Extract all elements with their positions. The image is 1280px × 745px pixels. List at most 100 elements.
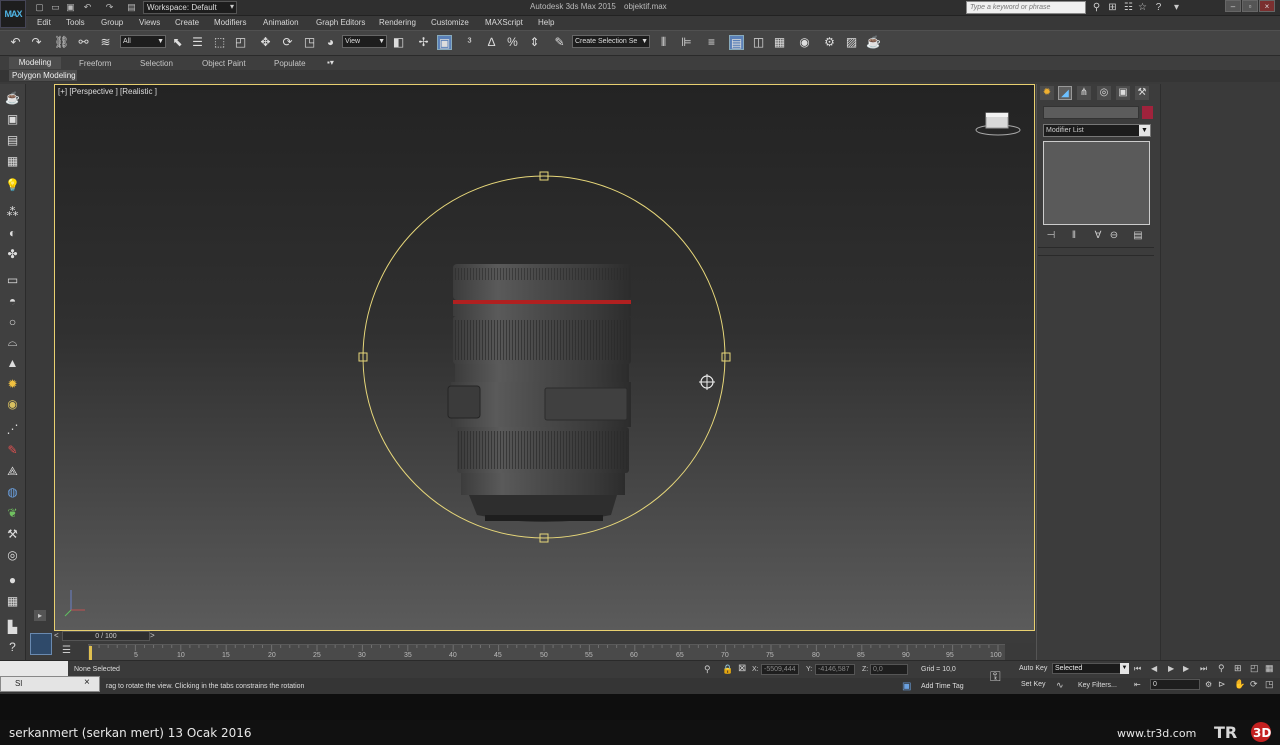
- close-icon[interactable]: ×: [84, 677, 90, 688]
- play-icon[interactable]: ▶: [1168, 664, 1174, 673]
- orbit-icon[interactable]: ⟳: [1250, 679, 1258, 690]
- layer-explorer-icon[interactable]: ≡: [704, 35, 719, 50]
- scene-explorer-icon[interactable]: ▤: [5, 133, 20, 148]
- select-by-name-icon[interactable]: ☰: [190, 35, 205, 50]
- save-file-icon[interactable]: ▣: [65, 2, 76, 13]
- spinner-snap-icon[interactable]: ⇕: [527, 35, 542, 50]
- maxscript-listener[interactable]: [0, 661, 68, 676]
- project-folder-icon[interactable]: ▤: [126, 2, 137, 13]
- binoculars-icon[interactable]: ⚲: [1091, 2, 1102, 13]
- isolate-selection-icon[interactable]: ⚲: [704, 664, 711, 675]
- x-coordinate-field[interactable]: -5509,444: [761, 664, 799, 675]
- selection-filter-dropdown[interactable]: All ▼: [120, 35, 166, 48]
- teapot-icon[interactable]: ☕: [5, 91, 20, 106]
- sphere-icon[interactable]: ○: [5, 315, 20, 330]
- add-time-tag[interactable]: Add Time Tag: [921, 683, 964, 690]
- close-button[interactable]: ×: [1259, 0, 1275, 12]
- zoom-extents-icon[interactable]: ◰: [1250, 663, 1259, 674]
- menu-help[interactable]: Help: [538, 18, 554, 27]
- ribbon-tab-populate[interactable]: Populate: [274, 59, 306, 68]
- display-tab-icon[interactable]: ▣: [1116, 86, 1130, 100]
- hammer-icon[interactable]: ⚒: [5, 527, 20, 542]
- motion-tab-icon[interactable]: ◎: [1097, 86, 1111, 100]
- viewcube[interactable]: [974, 110, 1022, 138]
- rendered-frame-window-icon[interactable]: ▨: [844, 35, 859, 50]
- go-to-end-icon[interactable]: ⏭: [1200, 664, 1207, 674]
- select-and-move-icon[interactable]: ✥: [258, 35, 273, 50]
- go-to-start-icon[interactable]: ⏮: [1134, 664, 1141, 674]
- toggle-ribbon-icon[interactable]: ▤: [729, 35, 744, 50]
- globe-icon[interactable]: ◍: [5, 485, 20, 500]
- previous-frame-icon[interactable]: ◀: [1151, 664, 1157, 673]
- select-object-icon[interactable]: ⬉: [170, 35, 185, 50]
- camera-lens-model[interactable]: [447, 264, 631, 522]
- expand-strip-icon[interactable]: ▸: [34, 610, 46, 621]
- sphere-solid-icon[interactable]: ●: [5, 573, 20, 588]
- search-input[interactable]: Type a keyword or phrase: [966, 1, 1086, 14]
- ribbon-tab-object-paint[interactable]: Object Paint: [202, 59, 246, 68]
- create-tab-icon[interactable]: ✹: [1040, 86, 1054, 100]
- favorites-star-icon[interactable]: ☆: [1137, 2, 1148, 13]
- key-icon[interactable]: ⚿: [990, 668, 1001, 685]
- constraint-icon[interactable]: ⟁: [5, 464, 20, 479]
- workspace-dropdown[interactable]: Workspace: Default: [143, 1, 237, 14]
- mini-curve-editor-button[interactable]: [30, 633, 52, 655]
- menu-animation[interactable]: Animation: [263, 18, 299, 27]
- menu-tools[interactable]: Tools: [66, 18, 85, 27]
- window-crossing-icon[interactable]: ◰: [233, 35, 248, 50]
- make-unique-icon[interactable]: ∀: [1092, 230, 1104, 242]
- key-mode-toggle-icon[interactable]: ⇤: [1134, 680, 1141, 689]
- redo-icon[interactable]: ↷: [29, 35, 44, 50]
- pan-view-icon[interactable]: ✋: [1234, 679, 1245, 690]
- new-file-icon[interactable]: ▢: [34, 2, 45, 13]
- snaps-toggle-icon[interactable]: ³: [462, 35, 477, 50]
- set-key-button[interactable]: Set Key: [1021, 681, 1046, 688]
- auto-key-button[interactable]: Auto Key: [1019, 665, 1047, 672]
- light-bulb-icon[interactable]: 💡: [5, 178, 20, 193]
- hierarchy-tab-icon[interactable]: ⋔: [1077, 86, 1091, 100]
- settings-icon[interactable]: ▙: [5, 620, 20, 635]
- schematic-view-icon[interactable]: ▦: [772, 35, 787, 50]
- create-panel-icon[interactable]: ▣: [5, 112, 20, 127]
- menu-maxscript[interactable]: MAXScript: [485, 18, 523, 27]
- modify-tab-icon[interactable]: ◢: [1058, 86, 1072, 100]
- menu-graph-editors[interactable]: Graph Editors: [316, 18, 365, 27]
- select-and-link-icon[interactable]: ⛓: [54, 35, 69, 50]
- menu-create[interactable]: Create: [175, 18, 199, 27]
- workspace-chevron-down-icon[interactable]: ▾: [230, 2, 234, 11]
- spreadsheet-icon[interactable]: ▦: [5, 594, 20, 609]
- remove-modifier-icon[interactable]: ⊖: [1108, 230, 1120, 242]
- bind-to-space-warp-icon[interactable]: ≋: [98, 35, 113, 50]
- redo-icon[interactable]: ↷: [104, 2, 115, 13]
- z-coordinate-field[interactable]: 0,0: [870, 664, 908, 675]
- pivot-point-center-icon[interactable]: ◧: [391, 35, 406, 50]
- zoom-extents-all-icon[interactable]: ▦: [1265, 663, 1274, 674]
- zoom-icon[interactable]: ⚲: [1218, 663, 1225, 674]
- named-selection-set-dropdown[interactable]: Create Selection Se ▼: [572, 35, 650, 48]
- group-icon[interactable]: ✤: [5, 247, 20, 262]
- ribbon-tab-selection[interactable]: Selection: [140, 59, 173, 68]
- render-production-icon[interactable]: ☕: [866, 35, 881, 50]
- material-editor-icon[interactable]: ◉: [797, 35, 812, 50]
- render-setup-icon[interactable]: ⚙: [822, 35, 837, 50]
- keyboard-shortcut-override-icon[interactable]: ▣: [437, 35, 452, 50]
- cloth-icon[interactable]: ◎: [5, 548, 20, 563]
- current-frame-field[interactable]: 0: [1150, 679, 1200, 690]
- particle-icon[interactable]: ⁂: [5, 205, 20, 220]
- select-and-place-icon[interactable]: ◕: [323, 35, 338, 50]
- help-dropdown-icon[interactable]: ▾: [1171, 2, 1182, 13]
- menu-views[interactable]: Views: [139, 18, 160, 27]
- menu-group[interactable]: Group: [101, 18, 123, 27]
- absolute-mode-icon[interactable]: ⊠: [738, 663, 746, 674]
- lock-selection-icon[interactable]: 🔒: [722, 664, 733, 675]
- unlink-selection-icon[interactable]: ⚯: [76, 35, 91, 50]
- utilities-tab-icon[interactable]: ⚒: [1135, 86, 1149, 100]
- reference-coordinate-dropdown[interactable]: View ▼: [342, 35, 387, 48]
- helper-icon[interactable]: ◐: [5, 226, 20, 241]
- curve-editor-icon[interactable]: ◫: [751, 35, 766, 50]
- ribbon-tab-freeform[interactable]: Freeform: [79, 59, 111, 68]
- configure-modifier-sets-icon[interactable]: ▤: [1132, 230, 1144, 242]
- rectangular-selection-icon[interactable]: ⬚: [212, 35, 227, 50]
- object-color-swatch[interactable]: [1142, 106, 1153, 119]
- polygon-modeling-panel[interactable]: Polygon Modeling: [9, 70, 77, 81]
